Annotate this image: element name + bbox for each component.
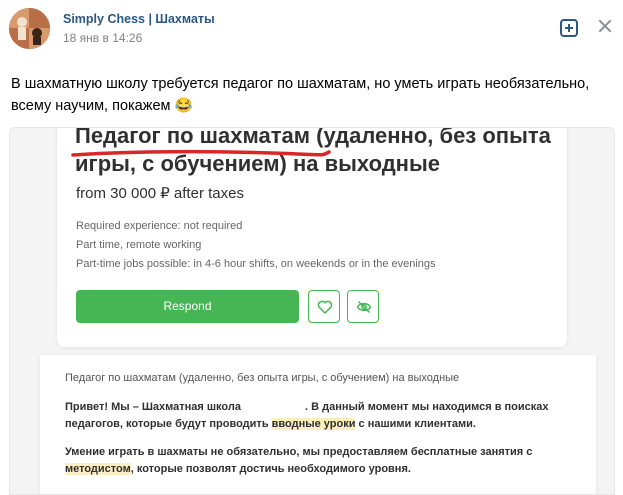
heart-icon xyxy=(317,300,333,314)
post-date[interactable]: 18 янв в 14:26 xyxy=(63,31,142,45)
p1-text-a: Привет! Мы – Шахматная школа xyxy=(65,401,241,413)
plus-square-icon[interactable] xyxy=(560,19,578,37)
description-title: Педагог по шахматам (удаленно, без опыта… xyxy=(65,372,460,384)
avatar[interactable] xyxy=(9,8,50,49)
condition-experience: Required experience: not required xyxy=(76,220,243,232)
hide-button[interactable] xyxy=(347,290,379,323)
vacancy-title-main: Педагог по шахматам xyxy=(75,127,310,148)
post-text: В шахматную школу требуется педагог по ш… xyxy=(11,76,590,114)
description-paragraph-2: Умение играть в шахматы не обязательно, … xyxy=(65,444,570,478)
red-underline xyxy=(71,149,331,157)
condition-schedule: Part time, remote working xyxy=(76,239,202,251)
author-name[interactable]: Simply Chess | Шахматы xyxy=(63,12,215,26)
post-header: Simply Chess | Шахматы 18 янв в 14:26 xyxy=(0,0,623,62)
eye-off-icon xyxy=(356,301,372,313)
description-paragraph-1: Привет! Мы – Шахматная школа. В данный м… xyxy=(65,399,570,433)
p2-text-a: Умение играть в шахматы не обязательно, … xyxy=(65,446,533,458)
salary: from 30 000 ₽ after taxes xyxy=(76,185,244,202)
respond-button[interactable]: Respond xyxy=(76,290,299,323)
condition-shifts: Part-time jobs possible: in 4-6 hour shi… xyxy=(76,258,436,270)
p1-text-c: с нашими клиентами. xyxy=(355,418,476,430)
p2-highlight: методистом xyxy=(65,463,131,475)
p2-text-b: , которые позволят достичь необходимого … xyxy=(130,463,411,475)
vacancy-description: Педагог по шахматам (удаленно, без опыта… xyxy=(40,355,596,494)
close-icon[interactable] xyxy=(597,18,613,34)
p1-highlight: вводные уроки xyxy=(271,418,356,430)
vacancy-card: Педагог по шахматам (удаленно, без опыта… xyxy=(57,127,567,347)
vacancy-screenshot[interactable]: Педагог по шахматам (удаленно, без опыта… xyxy=(9,127,615,495)
favorite-button[interactable] xyxy=(308,290,340,323)
